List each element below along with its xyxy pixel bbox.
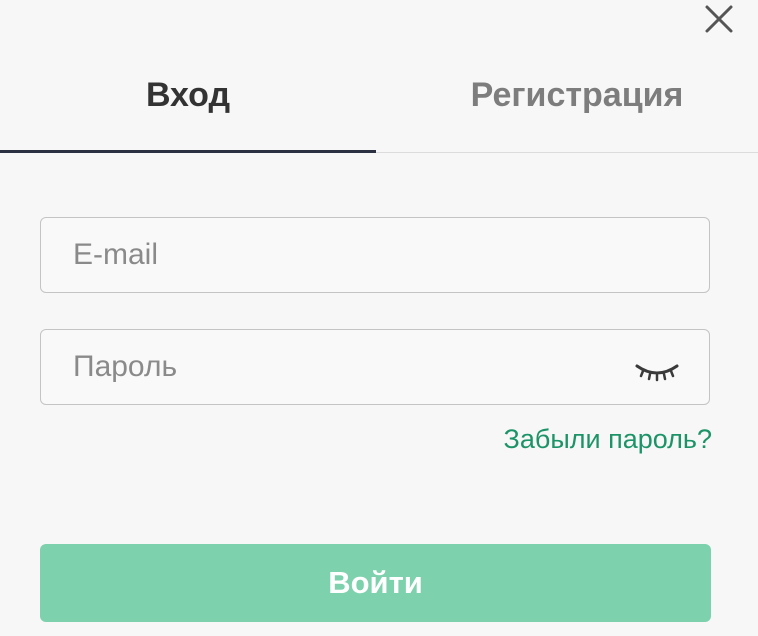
password-field-container [40,329,710,405]
login-modal: Вход Регистрация Забыли пароль? Войти [0,0,758,636]
tab-register-label: Регистрация [470,76,684,114]
login-submit-button[interactable]: Войти [40,544,711,622]
password-input[interactable] [71,330,635,404]
close-button[interactable] [702,2,736,36]
show-password-toggle[interactable] [633,354,681,386]
tab-register[interactable]: Регистрация [376,64,758,152]
email-field-container [40,217,710,293]
eye-closed-icon [635,364,679,382]
tab-login-label: Вход [145,76,231,114]
email-input[interactable] [71,218,635,292]
auth-tabs: Вход Регистрация [0,64,758,153]
tab-login[interactable]: Вход [0,64,376,153]
close-icon [705,5,733,33]
forgot-password-link[interactable]: Забыли пароль? [504,424,712,455]
